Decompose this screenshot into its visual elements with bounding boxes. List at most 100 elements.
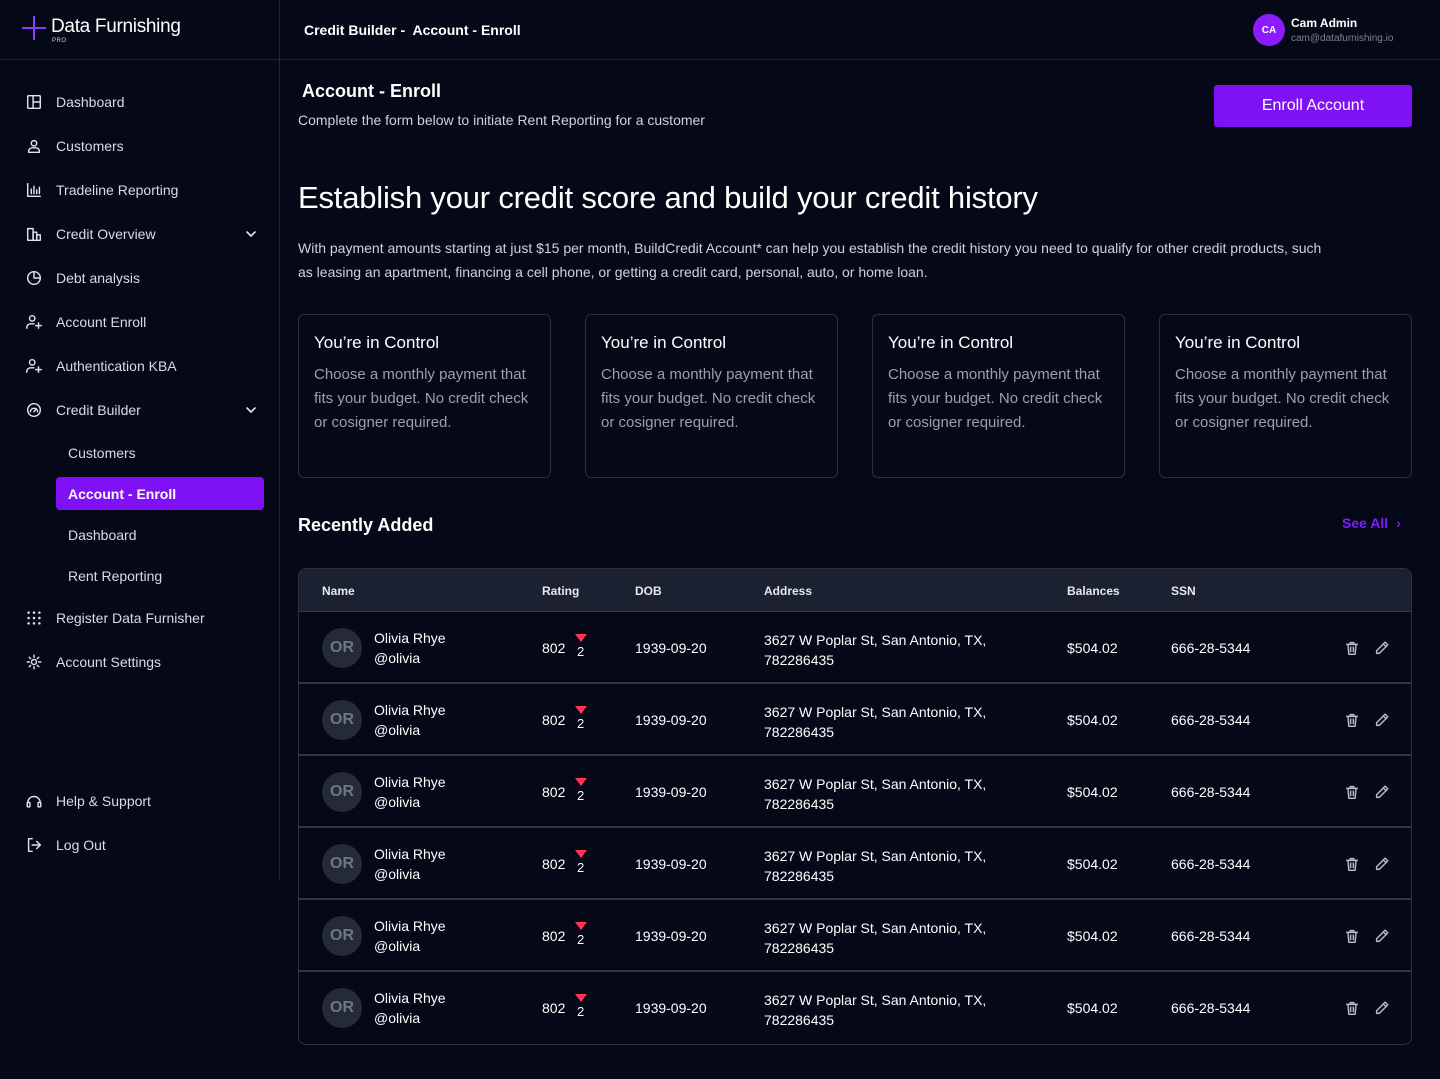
pencil-icon[interactable] (1373, 855, 1391, 876)
trend-down-icon (575, 634, 587, 642)
customer-avatar: OR (322, 916, 362, 956)
customer-ssn: 666-28-5344 (1171, 712, 1251, 728)
customer-avatar: OR (322, 772, 362, 812)
trash-icon[interactable] (1343, 783, 1361, 804)
sidebar-item-debt-analysis[interactable]: Debt analysis (24, 263, 264, 293)
logo-cross-icon (22, 16, 46, 40)
sidebar-item-credit-builder[interactable]: Credit Builder (24, 395, 264, 425)
customer-address: 3627 W Poplar St, San Antonio, TX, 78228… (764, 776, 987, 812)
breadcrumb: Credit Builder - Account - Enroll (304, 22, 525, 38)
trash-icon[interactable] (1343, 711, 1361, 732)
layout-icon (24, 92, 44, 112)
sidebar-item-authentication-kba[interactable]: Authentication KBA (24, 351, 264, 381)
rating-delta: 2 (577, 860, 585, 875)
sidebar-item-register-data-furnisher[interactable]: Register Data Furnisher (24, 603, 264, 633)
feature-card-body: Choose a monthly payment that fits your … (601, 366, 816, 431)
gear-icon (24, 652, 44, 672)
customer-balance: $504.02 (1067, 640, 1118, 656)
customer-ssn: 666-28-5344 (1171, 856, 1251, 872)
brand-name: Data Furnishing (51, 16, 181, 37)
pencil-icon[interactable] (1373, 639, 1391, 660)
sidebar-item-help-support[interactable]: Help & Support (24, 786, 264, 816)
sidebar-item-customers[interactable]: Customers (24, 131, 264, 161)
chevron-down-icon[interactable] (244, 227, 258, 244)
chevron-down-icon[interactable] (244, 403, 258, 420)
trash-icon[interactable] (1343, 855, 1361, 876)
bar-chart-icon (24, 180, 44, 200)
pencil-icon[interactable] (1373, 783, 1391, 804)
customer-ssn: 666-28-5344 (1171, 928, 1251, 944)
sidebar-item-label: Credit Overview (56, 226, 156, 242)
hero-title: Establish your credit score and build yo… (298, 180, 1038, 215)
customer-dob: 1939-09-20 (635, 928, 707, 944)
sidebar-item-account-enroll[interactable]: Account Enroll (24, 307, 264, 337)
customer-address: 3627 W Poplar St, San Antonio, TX, 78228… (764, 632, 987, 668)
column-header-dob[interactable]: DOB (635, 584, 662, 598)
hero-description: With payment amounts starting at just $1… (298, 240, 1322, 280)
sidebar-item-label: Help & Support (56, 793, 151, 809)
sidebar-item-label: Account Enroll (56, 314, 147, 330)
table-row[interactable]: OR Olivia Rhye @olivia 802 2 1939-09-20 … (299, 612, 1411, 684)
sidebar-item-credit-overview[interactable]: Credit Overview (24, 219, 264, 249)
brand-logo[interactable]: Data Furnishing PRO (22, 14, 262, 48)
customer-address: 3627 W Poplar St, San Antonio, TX, 78228… (764, 992, 987, 1028)
sidebar-item-tradeline-reporting[interactable]: Tradeline Reporting (24, 175, 264, 205)
sidebar-subitem-dashboard[interactable]: Dashboard (56, 518, 264, 551)
column-header-name[interactable]: Name (322, 584, 355, 598)
pencil-icon[interactable] (1373, 711, 1391, 732)
customer-dob: 1939-09-20 (635, 640, 707, 656)
trash-icon[interactable] (1343, 999, 1361, 1020)
sidebar-subitem-customers[interactable]: Customers (56, 436, 264, 469)
sidebar: Dashboard Customers Tradeline Reporting … (0, 60, 280, 880)
customer-handle: @olivia (374, 794, 421, 810)
credit-rating: 802 (542, 712, 566, 728)
building-chart-icon (24, 224, 44, 244)
table-row[interactable]: OR Olivia Rhye @olivia 802 2 1939-09-20 … (299, 900, 1411, 972)
sidebar-item-dashboard[interactable]: Dashboard (24, 87, 264, 117)
sidebar-subitem-rent-reporting[interactable]: Rent Reporting (56, 559, 264, 592)
customer-name: Olivia Rhye (374, 918, 446, 934)
table-row[interactable]: OR Olivia Rhye @olivia 802 2 1939-09-20 … (299, 756, 1411, 828)
table-row[interactable]: OR Olivia Rhye @olivia 802 2 1939-09-20 … (299, 684, 1411, 756)
customer-balance: $504.02 (1067, 784, 1118, 800)
feature-card: You’re in Control Choose a monthly payme… (872, 314, 1125, 478)
enroll-account-button[interactable]: Enroll Account (1214, 85, 1412, 127)
sidebar-subitem-label: Customers (68, 444, 136, 461)
breadcrumb-item-credit-builder[interactable]: Credit Builder - (304, 22, 405, 38)
column-header-address[interactable]: Address (764, 584, 812, 598)
customer-name: Olivia Rhye (374, 990, 446, 1006)
pencil-icon[interactable] (1373, 927, 1391, 948)
user-email: cam@datafurnishing.io (1291, 33, 1394, 44)
table-row[interactable]: OR Olivia Rhye @olivia 802 2 1939-09-20 … (299, 972, 1411, 1044)
feature-card: You’re in Control Choose a monthly payme… (585, 314, 838, 478)
credit-rating: 802 (542, 784, 566, 800)
customer-name: Olivia Rhye (374, 846, 446, 862)
customer-avatar: OR (322, 988, 362, 1028)
trash-icon[interactable] (1343, 927, 1361, 948)
trend-down-icon (575, 778, 587, 786)
customer-name: Olivia Rhye (374, 702, 446, 718)
pencil-icon[interactable] (1373, 999, 1391, 1020)
sidebar-item-label: Dashboard (56, 94, 125, 110)
customer-dob: 1939-09-20 (635, 784, 707, 800)
headset-icon (24, 791, 44, 811)
feature-card-title: You’re in Control (601, 333, 727, 352)
sidebar-subitem-label: Rent Reporting (68, 567, 163, 584)
trash-icon[interactable] (1343, 639, 1361, 660)
recent-customers-table: Name Rating DOB Address Balances SSN OR … (298, 568, 1412, 1045)
customer-ssn: 666-28-5344 (1171, 640, 1251, 656)
customer-address: 3627 W Poplar St, San Antonio, TX, 78228… (764, 848, 987, 884)
sidebar-item-log-out[interactable]: Log Out (24, 830, 264, 860)
rating-delta: 2 (577, 932, 585, 947)
sidebar-subitem-account-enroll[interactable]: Account - Enroll (56, 477, 264, 510)
column-header-balances[interactable]: Balances (1067, 584, 1120, 598)
customer-avatar: OR (322, 628, 362, 668)
see-all-link[interactable]: See All › (1342, 515, 1401, 531)
column-header-rating[interactable]: Rating (542, 584, 579, 598)
column-header-ssn[interactable]: SSN (1171, 584, 1196, 598)
sidebar-item-label: Debt analysis (56, 270, 141, 286)
customer-ssn: 666-28-5344 (1171, 784, 1251, 800)
sidebar-item-account-settings[interactable]: Account Settings (24, 647, 264, 677)
user-menu[interactable]: CA Cam Admin cam@datafurnishing.io (1253, 14, 1433, 48)
table-row[interactable]: OR Olivia Rhye @olivia 802 2 1939-09-20 … (299, 828, 1411, 900)
